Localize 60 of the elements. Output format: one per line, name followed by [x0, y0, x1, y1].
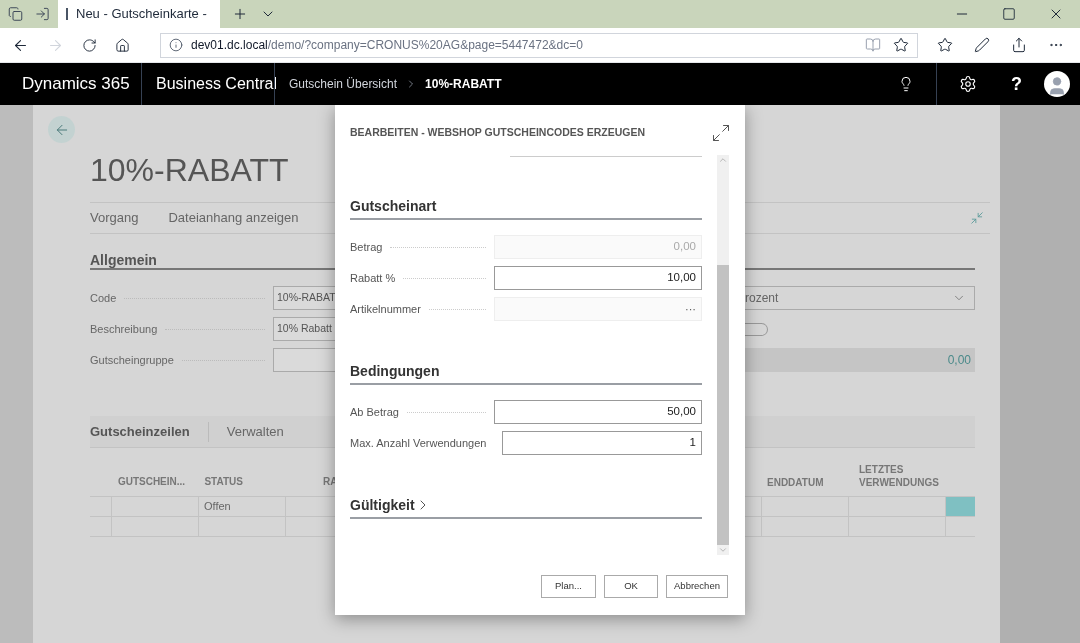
section-heading[interactable]: Allgemein	[90, 252, 157, 268]
selection-cell[interactable]	[946, 497, 975, 516]
address-bar[interactable]: dev01.dc.local/demo/?company=CRONUS%20AG&page=5447472&dc=0	[160, 32, 918, 58]
field-label: Rabatt %	[350, 270, 396, 286]
expand-icon[interactable]	[711, 122, 731, 143]
tabs-icon[interactable]	[8, 6, 23, 22]
scrollbar[interactable]	[717, 155, 729, 555]
pen-icon[interactable]	[974, 37, 990, 53]
dialog-title: BEARBEITEN - WEBSHOP GUTSCHEINCODES ERZEUGEN	[350, 124, 645, 140]
page-title: 10%-RABATT	[90, 151, 289, 190]
field-label: Artikelnummer	[350, 301, 421, 317]
number-field[interactable]: 10,00	[494, 266, 702, 290]
dialog-button[interactable]: Plan...	[541, 575, 596, 598]
number-field[interactable]: 1	[502, 431, 702, 455]
section-heading[interactable]: Gültigkeit	[350, 496, 431, 514]
home-icon[interactable]	[115, 37, 130, 53]
refresh-icon[interactable]	[82, 37, 97, 53]
tab-title: Neu - Gutscheinkarte -	[76, 5, 207, 24]
list-tab[interactable]: Gutscheinzeilen	[90, 421, 190, 442]
avatar[interactable]	[1044, 71, 1070, 97]
field-value: 1	[689, 435, 696, 451]
star-icon[interactable]	[893, 37, 909, 53]
app-name[interactable]: Business Central	[142, 73, 274, 95]
field-value: 0,00	[673, 239, 696, 255]
section-heading[interactable]: Bedingungen	[350, 362, 440, 380]
scrollbar-thumb[interactable]	[717, 265, 729, 545]
settings-icon[interactable]	[959, 75, 977, 93]
browser-tab[interactable]: Neu - Gutscheinkarte -	[58, 0, 220, 28]
dialog-button[interactable]: Abbrechen	[666, 575, 728, 598]
breadcrumb-item: 10%-RABATT	[425, 76, 502, 93]
tab-aside-icon[interactable]	[35, 6, 50, 22]
dialog-button[interactable]: OK	[604, 575, 658, 598]
url-text: dev01.dc.local/demo/?company=CRONUS%20AG&page=5447472&dc=0	[191, 37, 583, 54]
field-value: 10,00	[667, 270, 696, 286]
reading-view-icon[interactable]	[865, 37, 881, 53]
field-label: Beschreibung	[90, 321, 158, 337]
field-value: 50,00	[667, 404, 696, 420]
new-tab-icon[interactable]	[232, 6, 248, 22]
select-value: rozent	[745, 290, 779, 307]
field-label: Max. Anzahl Verwendungen	[350, 435, 487, 451]
favorites-icon[interactable]	[937, 37, 953, 53]
breadcrumb-item[interactable]: Gutschein Übersicht	[289, 75, 398, 93]
help-button[interactable]: ?	[999, 70, 1034, 98]
lightbulb-icon[interactable]	[898, 76, 914, 92]
text-field[interactable]	[273, 348, 335, 372]
table-cell-text: Offen	[204, 499, 231, 515]
action-menu-item[interactable]: Dateianhang anzeigen	[168, 208, 299, 228]
list-tab[interactable]: Verwalten	[226, 421, 284, 442]
section-heading[interactable]: Gutscheinart	[350, 197, 437, 215]
select-field[interactable]: rozent	[745, 286, 975, 310]
info-icon	[169, 38, 183, 52]
action-menu-item[interactable]: Vorgang	[90, 208, 139, 228]
field-label: Ab Betrag	[350, 404, 399, 420]
share-icon[interactable]	[1011, 37, 1027, 53]
maximize-icon[interactable]	[1002, 7, 1016, 21]
product-name[interactable]: Dynamics 365	[0, 73, 141, 95]
number-field[interactable]: 50,00	[494, 400, 702, 424]
field-label: Gutscheingruppe	[90, 352, 174, 368]
field-label: Betrag	[350, 239, 383, 255]
field-label: Code	[90, 290, 117, 306]
